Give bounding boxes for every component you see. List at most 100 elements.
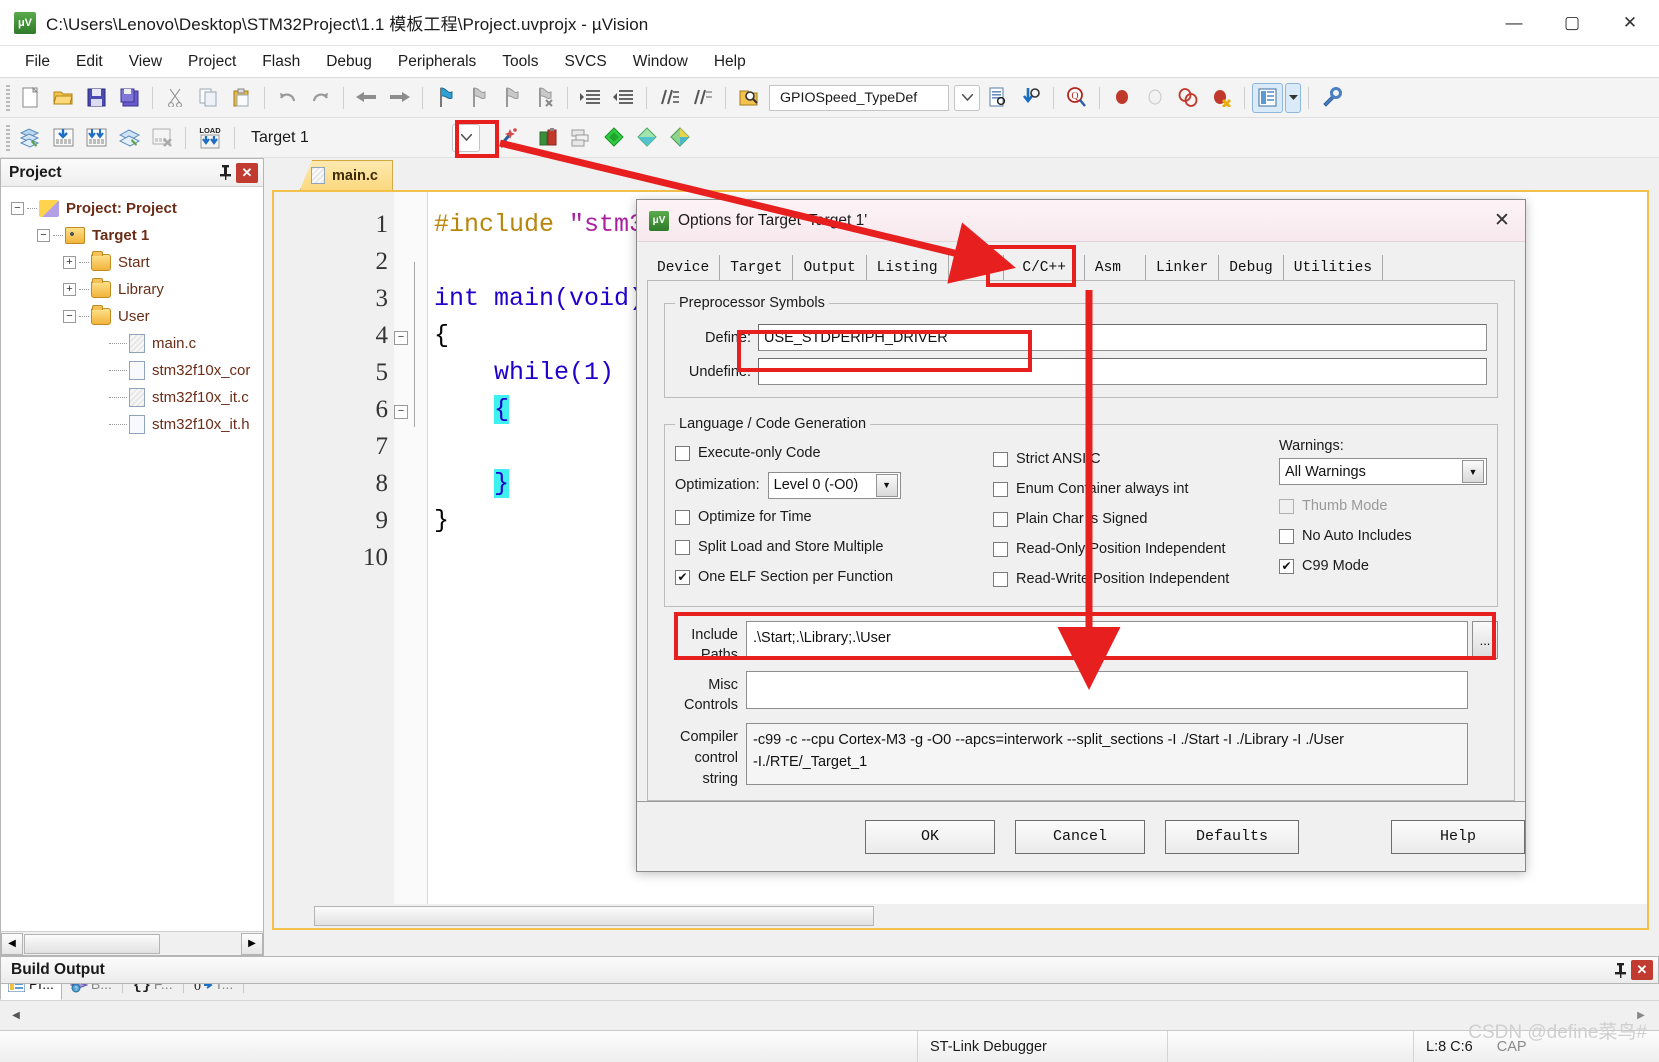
checkbox-read-only-position-independent[interactable]: Read-Only Position Independent <box>993 534 1279 564</box>
tab-utilities[interactable]: Utilities <box>1284 255 1384 282</box>
tree-node-user[interactable]: − User <box>11 303 263 330</box>
checkbox-no-auto-includes[interactable]: No Auto Includes <box>1279 521 1487 551</box>
find-in-files-icon[interactable] <box>733 83 764 113</box>
target-combo[interactable]: Target 1 <box>241 125 451 151</box>
project-pane-hscrollbar[interactable]: ◀ ▶ <box>1 931 263 955</box>
tree-node-stm32f10x-it-h[interactable]: stm32f10x_it.h <box>11 411 263 438</box>
copy-icon[interactable] <box>193 83 224 113</box>
checkbox-execute-only-code[interactable]: Execute-only Code <box>675 438 993 468</box>
window-layout-dropdown-arrow[interactable] <box>1285 82 1301 113</box>
pin-icon[interactable] <box>1609 959 1631 981</box>
cut-icon[interactable] <box>160 83 191 113</box>
tab-asm[interactable]: Asm <box>1085 255 1147 282</box>
checkbox-plain-char-is-signed[interactable]: Plain Char is Signed <box>993 504 1279 534</box>
paste-icon[interactable] <box>226 83 257 113</box>
checkbox-read-write-position-independent[interactable]: Read-Write Position Independent <box>993 564 1279 594</box>
indent-icon[interactable] <box>575 83 606 113</box>
scroll-left-arrow-icon[interactable]: ◀ <box>6 1006 26 1026</box>
manage-runtime-icon[interactable] <box>632 123 663 153</box>
checkbox-box[interactable] <box>993 571 1008 587</box>
tab-device[interactable]: Device <box>647 255 721 282</box>
undo-icon[interactable] <box>272 83 303 113</box>
navigate-forward-icon[interactable] <box>384 83 415 113</box>
scroll-thumb[interactable] <box>314 906 874 926</box>
tab-c-cpp[interactable]: C/C++ <box>1004 255 1085 282</box>
find-in-document-icon[interactable] <box>982 83 1013 113</box>
scroll-right-arrow-icon[interactable]: ▶ <box>241 932 263 955</box>
bottom-hscrollbar[interactable]: ◀ ▶ <box>0 1000 1659 1030</box>
checkbox-box[interactable] <box>993 481 1008 497</box>
window-layout-icon[interactable] <box>1252 82 1283 113</box>
toolbar-grip[interactable] <box>6 124 10 151</box>
config-wizard-icon[interactable] <box>1316 83 1347 113</box>
tab-user[interactable]: User <box>949 255 1005 282</box>
checkbox-box[interactable]: ✔ <box>675 569 690 585</box>
stop-build-icon[interactable] <box>147 123 178 153</box>
fold-toggle-icon[interactable]: − <box>394 404 408 419</box>
menu-help[interactable]: Help <box>701 49 759 75</box>
menu-flash[interactable]: Flash <box>249 49 313 75</box>
checkbox-box[interactable] <box>675 509 690 525</box>
menu-window[interactable]: Window <box>620 49 701 75</box>
tree-node-stm32f10x-it-c[interactable]: stm32f10x_it.c <box>11 384 263 411</box>
checkbox-box[interactable] <box>993 541 1008 557</box>
chevron-down-icon[interactable]: ▼ <box>875 473 898 497</box>
breakpoint-kill-icon[interactable] <box>1206 83 1237 113</box>
warnings-select[interactable]: All Warnings ▼ <box>1279 458 1487 485</box>
breakpoint-disable-icon[interactable] <box>1140 83 1171 113</box>
bookmark-clear-icon[interactable] <box>529 83 560 113</box>
build-icon[interactable] <box>48 123 79 153</box>
include-paths-browse-button[interactable]: ... <box>1472 621 1498 659</box>
menu-view[interactable]: View <box>116 49 175 75</box>
include-paths-input[interactable]: .\Start;.\Library;.\User <box>746 621 1468 659</box>
editor-hscrollbar[interactable] <box>274 904 1647 928</box>
tab-output[interactable]: Output <box>793 255 867 282</box>
breakpoint-icon[interactable] <box>1107 83 1138 113</box>
scroll-right-arrow-icon[interactable]: ▶ <box>1631 1006 1651 1026</box>
expander-toggle[interactable]: + <box>63 283 76 296</box>
tab-target[interactable]: Target <box>720 255 794 282</box>
pack-installer-icon[interactable] <box>599 123 630 153</box>
checkbox-box[interactable] <box>675 445 690 461</box>
tab-listing[interactable]: Listing <box>867 255 949 282</box>
outdent-icon[interactable] <box>608 83 639 113</box>
uncomment-icon[interactable] <box>687 83 718 113</box>
breakpoint-all-icon[interactable] <box>1173 83 1204 113</box>
maximize-button[interactable]: ▢ <box>1543 0 1601 46</box>
chevron-down-icon[interactable]: ▼ <box>1462 460 1484 483</box>
checkbox-box[interactable] <box>675 539 690 555</box>
find-combo-dropdown-arrow[interactable] <box>954 84 980 111</box>
translate-icon[interactable] <box>15 123 46 153</box>
optimization-select[interactable]: Level 0 (-O0) ▼ <box>767 471 901 499</box>
editor-tab-main-c[interactable]: main.c <box>300 160 393 190</box>
pin-icon[interactable] <box>214 162 236 184</box>
find-combo[interactable]: GPIOSpeed_TypeDef <box>769 84 949 111</box>
scroll-left-arrow-icon[interactable]: ◀ <box>1 932 23 955</box>
options-for-target-icon[interactable] <box>493 123 524 153</box>
checkbox-optimize-for-time[interactable]: Optimize for Time <box>675 502 993 532</box>
defaults-button[interactable]: Defaults <box>1165 819 1299 854</box>
dialog-close-button[interactable]: ✕ <box>1479 200 1525 242</box>
tab-debug[interactable]: Debug <box>1219 255 1284 282</box>
tab-linker[interactable]: Linker <box>1146 255 1220 282</box>
tree-node-project[interactable]: − Project: Project <box>11 195 263 222</box>
target-combo-dropdown-arrow[interactable] <box>452 123 480 152</box>
menu-tools[interactable]: Tools <box>489 49 551 75</box>
expander-toggle[interactable]: − <box>11 202 24 215</box>
batch-build-icon[interactable] <box>114 123 145 153</box>
checkbox-c99-mode[interactable]: ✔ C99 Mode <box>1279 551 1487 581</box>
multi-project-icon[interactable] <box>566 123 597 153</box>
save-icon[interactable] <box>81 83 112 113</box>
checkbox-box[interactable] <box>993 511 1008 527</box>
tree-node-target[interactable]: − Target 1 <box>11 222 263 249</box>
checkbox-box[interactable] <box>993 451 1008 467</box>
ok-button[interactable]: OK <box>865 819 995 854</box>
rebuild-icon[interactable] <box>81 123 112 153</box>
checkbox-box[interactable] <box>1279 528 1294 544</box>
menu-file[interactable]: File <box>12 49 63 75</box>
expander-toggle[interactable]: + <box>63 256 76 269</box>
bookmark-prev-icon[interactable] <box>463 83 494 113</box>
manage-project-items-icon[interactable] <box>533 123 564 153</box>
tree-node-start[interactable]: + Start <box>11 249 263 276</box>
cancel-button[interactable]: Cancel <box>1015 819 1145 854</box>
